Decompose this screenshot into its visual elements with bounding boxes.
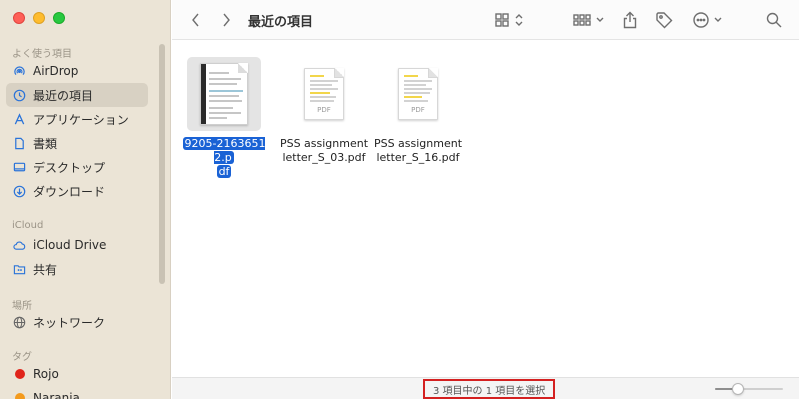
pdf-icon: PDF bbox=[398, 68, 438, 120]
search-button[interactable] bbox=[764, 8, 784, 32]
icon-size-slider[interactable] bbox=[715, 383, 783, 395]
section-header-tags: タグ bbox=[12, 352, 32, 363]
file-name[interactable]: PSS assignment letter_S_03.pdf bbox=[276, 137, 372, 165]
sidebar-item-tag-naranja[interactable]: Naranja bbox=[6, 386, 148, 399]
file-item[interactable]: PDF PSS assignment letter_S_03.pdf bbox=[276, 57, 372, 165]
window-controls bbox=[13, 12, 65, 24]
view-mode-button[interactable] bbox=[494, 8, 528, 32]
document-icon bbox=[13, 137, 26, 150]
sidebar-item-label: ネットワーク bbox=[33, 315, 106, 330]
file-item[interactable]: 9205-21636512.p df bbox=[176, 57, 272, 179]
applications-icon bbox=[13, 112, 26, 126]
group-button[interactable] bbox=[572, 8, 606, 32]
sidebar-item-network[interactable]: ネットワーク bbox=[6, 310, 148, 334]
group-icon bbox=[573, 14, 604, 26]
download-icon bbox=[13, 185, 26, 198]
zoom-window-button[interactable] bbox=[53, 12, 65, 24]
sidebar-item-label: 共有 bbox=[33, 262, 58, 277]
pdf-badge: PDF bbox=[411, 106, 425, 114]
tag-dot-icon bbox=[13, 392, 26, 399]
cloud-icon bbox=[13, 239, 26, 252]
forward-button[interactable] bbox=[216, 8, 236, 32]
sidebar-item-downloads[interactable]: ダウンロード bbox=[6, 179, 148, 203]
sidebar-item-shared[interactable]: 共有 bbox=[6, 257, 148, 281]
share-button[interactable] bbox=[620, 8, 640, 32]
selection-count-text: 3 項目中の 1 項目を選択 bbox=[423, 379, 556, 399]
sidebar-scrollbar[interactable] bbox=[159, 44, 165, 284]
tag-dot-icon bbox=[13, 368, 26, 381]
slider-knob[interactable] bbox=[732, 383, 744, 395]
tag-icon bbox=[656, 12, 673, 29]
status-bar: 3 項目中の 1 項目を選択 bbox=[172, 377, 799, 399]
sidebar-item-label: ダウンロード bbox=[33, 184, 106, 199]
grid-view-icon bbox=[495, 13, 523, 27]
sidebar-item-tag-rojo[interactable]: Rojo bbox=[6, 362, 148, 386]
file-browser-area[interactable]: 9205-21636512.p df PDF PSS assignment le… bbox=[172, 41, 799, 377]
sidebar-item-documents[interactable]: 書類 bbox=[6, 131, 148, 155]
file-thumbnail[interactable]: PDF bbox=[287, 57, 361, 131]
pdf-icon: PDF bbox=[304, 68, 344, 120]
file-name[interactable]: PSS assignment letter_S_16.pdf bbox=[370, 137, 466, 165]
sidebar-item-label: iCloud Drive bbox=[33, 238, 107, 252]
minimize-window-button[interactable] bbox=[33, 12, 45, 24]
chevron-right-icon bbox=[223, 13, 230, 27]
pdf-badge: PDF bbox=[317, 106, 331, 114]
globe-icon bbox=[13, 316, 26, 329]
sidebar-item-label: Naranja bbox=[33, 391, 80, 399]
ellipsis-icon bbox=[693, 12, 722, 28]
airdrop-icon bbox=[13, 65, 26, 78]
sidebar-item-label: 書類 bbox=[33, 136, 58, 151]
close-window-button[interactable] bbox=[13, 12, 25, 24]
desktop-icon bbox=[13, 161, 26, 174]
shared-folder-icon bbox=[13, 263, 26, 276]
sidebar-item-label: AirDrop bbox=[33, 64, 79, 78]
sidebar-item-airdrop[interactable]: AirDrop bbox=[6, 59, 148, 83]
sidebar-item-desktop[interactable]: デスクトップ bbox=[6, 155, 148, 179]
file-name[interactable]: 9205-21636512.p df bbox=[176, 137, 272, 179]
clock-icon bbox=[13, 89, 26, 102]
file-item[interactable]: PDF PSS assignment letter_S_16.pdf bbox=[370, 57, 466, 165]
tag-button[interactable] bbox=[653, 8, 675, 32]
sidebar-item-recents[interactable]: 最近の項目 bbox=[6, 83, 148, 107]
share-icon bbox=[623, 11, 637, 29]
sidebar: よく使う項目 AirDrop 最近の項目 アプリケーション 書類 デスクトップ bbox=[0, 0, 171, 399]
more-actions-button[interactable] bbox=[692, 8, 726, 32]
file-thumbnail[interactable]: PDF bbox=[381, 57, 455, 131]
search-icon bbox=[766, 12, 782, 28]
sidebar-item-icloud-drive[interactable]: iCloud Drive bbox=[6, 233, 148, 257]
sidebar-item-label: アプリケーション bbox=[33, 112, 129, 127]
sidebar-item-applications[interactable]: アプリケーション bbox=[6, 107, 148, 131]
section-header-favorites: よく使う項目 bbox=[12, 49, 72, 60]
sidebar-item-label: Rojo bbox=[33, 367, 59, 381]
chevron-left-icon bbox=[192, 13, 199, 27]
file-thumbnail[interactable] bbox=[187, 57, 261, 131]
sidebar-item-label: デスクトップ bbox=[33, 160, 106, 175]
window-title: 最近の項目 bbox=[248, 15, 314, 30]
section-header-icloud: iCloud bbox=[12, 220, 44, 231]
invoice-thumbnail-icon bbox=[200, 63, 248, 125]
sidebar-item-label: 最近の項目 bbox=[33, 88, 94, 103]
back-button[interactable] bbox=[186, 8, 206, 32]
